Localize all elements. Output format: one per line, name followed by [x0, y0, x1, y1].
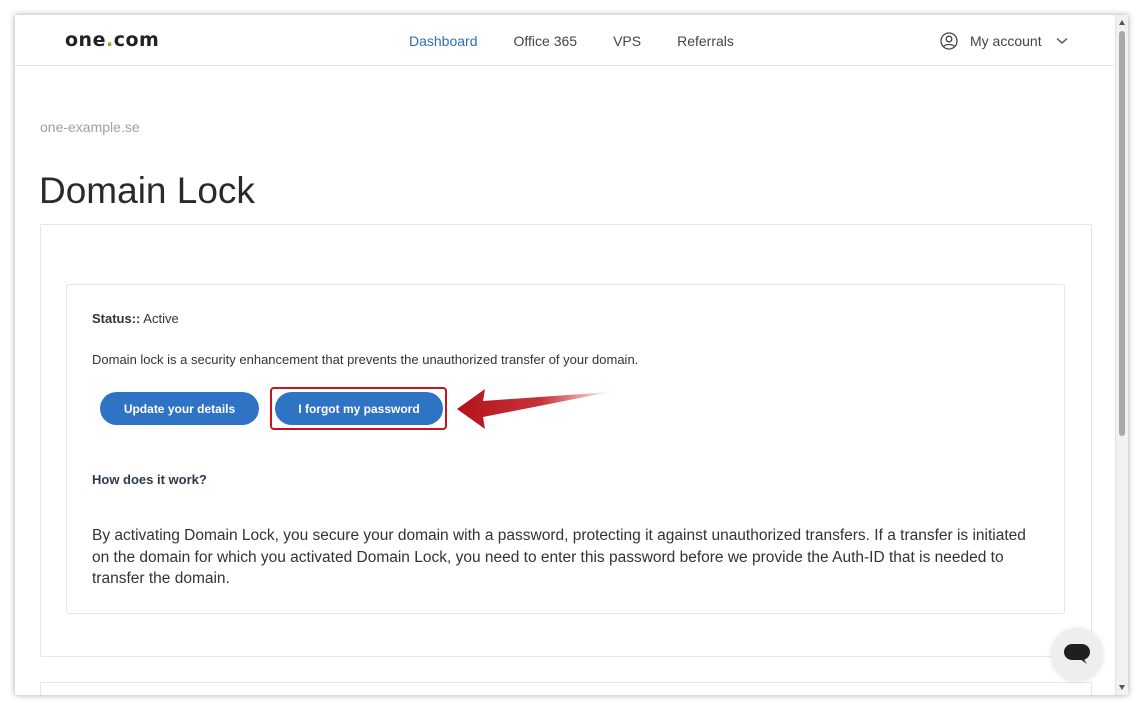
next-panel	[40, 682, 1092, 695]
page-title: Domain Lock	[39, 170, 255, 211]
logo-tld: com	[113, 29, 160, 51]
logo[interactable]: one.com	[65, 29, 159, 51]
update-details-button[interactable]: Update your details	[100, 392, 259, 425]
forgot-password-button[interactable]: I forgot my password	[275, 392, 443, 425]
logo-dot: .	[105, 29, 114, 51]
breadcrumb[interactable]: one-example.se	[40, 119, 140, 135]
vertical-scrollbar[interactable]	[1115, 15, 1128, 695]
browser-window: one.com Dashboard Office 365 VPS Referra…	[15, 15, 1128, 695]
chat-bubble-icon	[1064, 644, 1090, 664]
nav-office-365[interactable]: Office 365	[514, 33, 578, 49]
chevron-down-icon	[1056, 37, 1068, 44]
status-label: Status::	[92, 311, 141, 326]
red-arrow-icon	[457, 389, 610, 429]
nav-vps[interactable]: VPS	[613, 33, 641, 49]
main-nav: Dashboard Office 365 VPS Referrals	[409, 33, 770, 49]
how-it-works-text: By activating Domain Lock, you secure yo…	[92, 527, 1026, 587]
domain-lock-description: Domain lock is a security enhancement th…	[92, 352, 639, 367]
scroll-down-arrow-icon[interactable]	[1119, 685, 1125, 690]
logo-main: one	[65, 29, 106, 51]
status-line: Status:: Active	[92, 311, 179, 326]
scrollbar-thumb[interactable]	[1119, 31, 1125, 436]
my-account-menu[interactable]: My account	[940, 32, 1080, 50]
top-navigation-bar: one.com Dashboard Office 365 VPS Referra…	[15, 15, 1115, 66]
status-value: Active	[143, 311, 179, 326]
how-it-works-heading: How does it work?	[92, 472, 207, 487]
nav-referrals[interactable]: Referrals	[677, 33, 734, 49]
scroll-up-arrow-icon[interactable]	[1119, 20, 1125, 25]
my-account-label: My account	[970, 33, 1042, 49]
nav-dashboard[interactable]: Dashboard	[409, 33, 478, 49]
user-circle-icon	[940, 32, 958, 50]
chat-button[interactable]	[1051, 628, 1103, 680]
